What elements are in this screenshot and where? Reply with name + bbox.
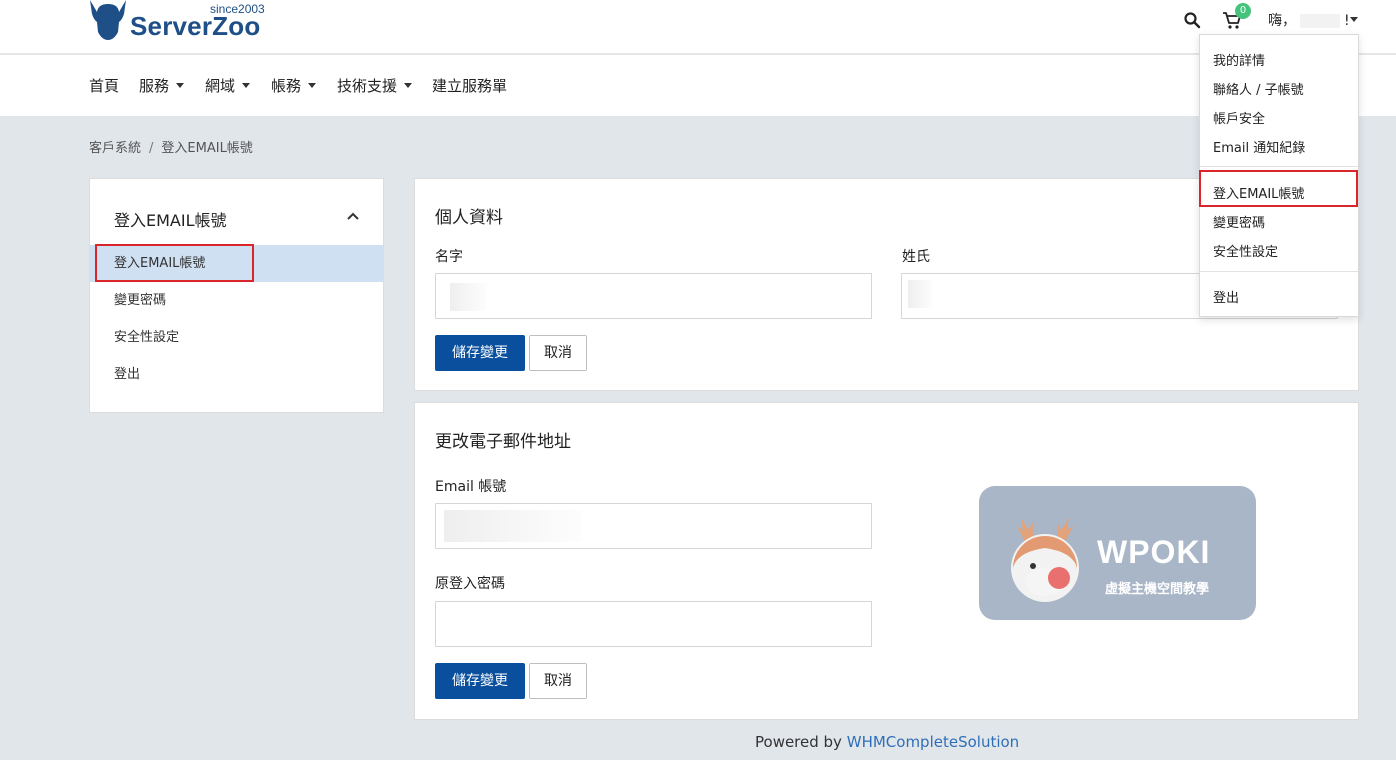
menu-divider	[1200, 166, 1358, 167]
nav-open-ticket[interactable]: 建立服務單	[432, 75, 507, 96]
profile-save-button[interactable]: 儲存變更	[435, 335, 525, 371]
wpoki-watermark: WPOKI 虛擬主機空間教學	[979, 486, 1256, 620]
profile-cancel-button[interactable]: 取消	[529, 335, 587, 371]
greeting-prefix: 嗨，	[1268, 13, 1296, 29]
menu-item-contacts[interactable]: 聯絡人 / 子帳號	[1213, 79, 1304, 98]
top-header: ServerZoo since2003 0 嗨，!	[0, 0, 1396, 54]
nav-domains-label: 網域	[205, 77, 236, 95]
footer-link[interactable]: WHMCompleteSolution	[847, 733, 1019, 751]
nav-home-label: 首頁	[89, 77, 120, 95]
chevron-down-icon	[308, 83, 317, 88]
sidebar-panel: 登入EMAIL帳號 登入EMAIL帳號 變更密碼 安全性設定 登出	[89, 178, 384, 413]
redacted-username	[1300, 14, 1340, 28]
nav-services[interactable]: 服務	[139, 75, 185, 96]
logo-since: since2003	[210, 2, 265, 16]
highlight-box-sidebar	[95, 244, 254, 282]
nav-support[interactable]: 技術支援	[337, 75, 413, 96]
sidebar-item-logout[interactable]: 登出	[90, 356, 383, 393]
email-field[interactable]	[435, 503, 872, 549]
user-greeting[interactable]: 嗨，!	[1268, 10, 1350, 30]
chevron-down-icon	[242, 83, 251, 88]
email-label: Email 帳號	[435, 479, 507, 495]
menu-item-change-password[interactable]: 變更密碼	[1213, 212, 1265, 231]
deer-mascot-icon	[1011, 518, 1079, 602]
cart-count-badge: 0	[1235, 3, 1251, 19]
watermark-brand: WPOKI	[1097, 534, 1211, 570]
first-name-label: 名字	[435, 249, 463, 265]
nav-home[interactable]: 首頁	[89, 75, 119, 96]
user-menu-chevron-down-icon[interactable]	[1350, 17, 1358, 22]
breadcrumb-separator: /	[149, 141, 154, 156]
redacted-last-name	[908, 280, 932, 308]
footer-prefix: Powered by	[755, 733, 842, 751]
sidebar-title: 登入EMAIL帳號	[114, 211, 227, 230]
redacted-email	[444, 510, 582, 542]
footer: Powered by WHMCompleteSolution	[755, 733, 1019, 751]
main-nav: 首頁 服務 網域 帳務 技術支援 建立服務單	[0, 55, 1396, 116]
nav-billing[interactable]: 帳務	[271, 75, 317, 96]
nav-support-label: 技術支援	[337, 77, 398, 95]
current-password-label: 原登入密碼	[435, 576, 505, 592]
menu-item-logout[interactable]: 登出	[1213, 287, 1239, 306]
breadcrumb: 客戶系統 / 登入EMAIL帳號	[89, 137, 253, 156]
email-save-button[interactable]: 儲存變更	[435, 663, 525, 699]
email-cancel-button[interactable]: 取消	[529, 663, 587, 699]
nav-services-label: 服務	[139, 77, 170, 95]
search-icon[interactable]	[1183, 11, 1201, 29]
bull-logo-icon	[90, 0, 126, 40]
nav-open-ticket-label: 建立服務單	[432, 77, 508, 95]
profile-card-title: 個人資料	[435, 208, 503, 228]
first-name-field[interactable]	[435, 273, 872, 319]
breadcrumb-current: 登入EMAIL帳號	[161, 141, 253, 156]
site-logo[interactable]: ServerZoo since2003	[88, 0, 268, 44]
breadcrumb-root[interactable]: 客戶系統	[89, 141, 141, 156]
sidebar-item-change-password[interactable]: 變更密碼	[90, 282, 383, 319]
last-name-label: 姓氏	[902, 249, 930, 265]
menu-item-email-history[interactable]: Email 通知紀錄	[1213, 137, 1305, 156]
nav-domains[interactable]: 網域	[205, 75, 251, 96]
chevron-down-icon	[404, 83, 413, 88]
sidebar-item-security[interactable]: 安全性設定	[90, 319, 383, 356]
chevron-down-icon	[176, 83, 185, 88]
menu-item-account-security[interactable]: 帳戶安全	[1213, 108, 1265, 127]
chevron-up-icon[interactable]	[346, 211, 360, 221]
email-card-title: 更改電子郵件地址	[435, 432, 571, 452]
redacted-first-name	[450, 283, 486, 311]
menu-item-my-details[interactable]: 我的詳情	[1213, 50, 1265, 69]
nav-billing-label: 帳務	[271, 77, 302, 95]
highlight-box-dropdown	[1199, 170, 1358, 207]
watermark-tagline: 虛擬主機空間教學	[1105, 582, 1210, 597]
greeting-suffix: !	[1344, 13, 1350, 29]
current-password-field[interactable]	[435, 601, 872, 647]
menu-divider	[1200, 271, 1358, 272]
menu-item-security-settings[interactable]: 安全性設定	[1213, 241, 1278, 260]
